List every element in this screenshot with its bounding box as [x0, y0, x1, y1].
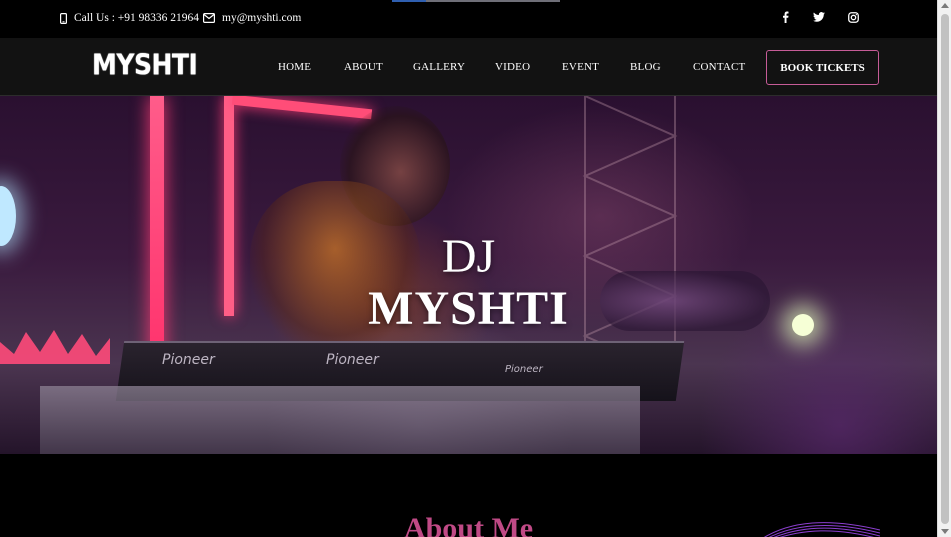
- scroll-up-arrow-icon[interactable]: [941, 3, 949, 8]
- envelope-icon: [203, 13, 215, 23]
- nav-home[interactable]: HOME: [278, 61, 311, 73]
- neon-bar-top: [231, 96, 373, 120]
- hero-title-line2: MYSHTI: [368, 282, 569, 335]
- hero-banner: Pioneer Pioneer Pioneer DJ MYSHTI: [0, 96, 937, 454]
- twitter-icon[interactable]: [811, 9, 827, 25]
- nav-about[interactable]: ABOUT: [344, 61, 383, 73]
- nav-event[interactable]: EVENT: [562, 61, 599, 73]
- mixer-brand-label: Pioneer: [505, 364, 543, 375]
- top-bar: Call Us : +91 98336 21964 my@myshti.com: [0, 0, 937, 38]
- nav-gallery[interactable]: GALLERY: [413, 61, 465, 73]
- nav-video[interactable]: VIDEO: [495, 61, 530, 73]
- email-text: my@myshti.com: [222, 12, 302, 24]
- nav-blog[interactable]: BLOG: [630, 61, 661, 73]
- scrollbar-thumb[interactable]: [941, 14, 949, 524]
- mobile-phone-icon: [60, 12, 67, 24]
- email-contact[interactable]: my@myshti.com: [203, 10, 301, 26]
- phone-contact[interactable]: Call Us : +91 98336 21964: [60, 10, 199, 26]
- mixer-brand-label: Pioneer: [326, 352, 379, 368]
- instagram-icon[interactable]: [845, 9, 861, 25]
- nav-contact[interactable]: CONTACT: [693, 61, 745, 73]
- facebook-icon[interactable]: [777, 9, 793, 25]
- page-scrollbar[interactable]: [937, 0, 951, 537]
- decorative-wave: [764, 522, 880, 537]
- main-navbar: MYSHTI HOME ABOUT GALLERY VIDEO EVENT BL…: [0, 38, 937, 96]
- hero-title-line1: DJ: [441, 230, 496, 283]
- book-tickets-button[interactable]: BOOK TICKETS: [766, 50, 879, 85]
- phone-text: Call Us : +91 98336 21964: [74, 12, 200, 24]
- about-section: About Me: [0, 454, 937, 537]
- site-logo[interactable]: MYSHTI: [92, 48, 198, 81]
- hero-title: DJ MYSHTI: [0, 231, 937, 335]
- top-accent-line: [392, 0, 560, 2]
- scroll-down-arrow-icon[interactable]: [941, 529, 949, 534]
- mixer-brand-label: Pioneer: [162, 352, 215, 368]
- equipment-case: [40, 386, 640, 454]
